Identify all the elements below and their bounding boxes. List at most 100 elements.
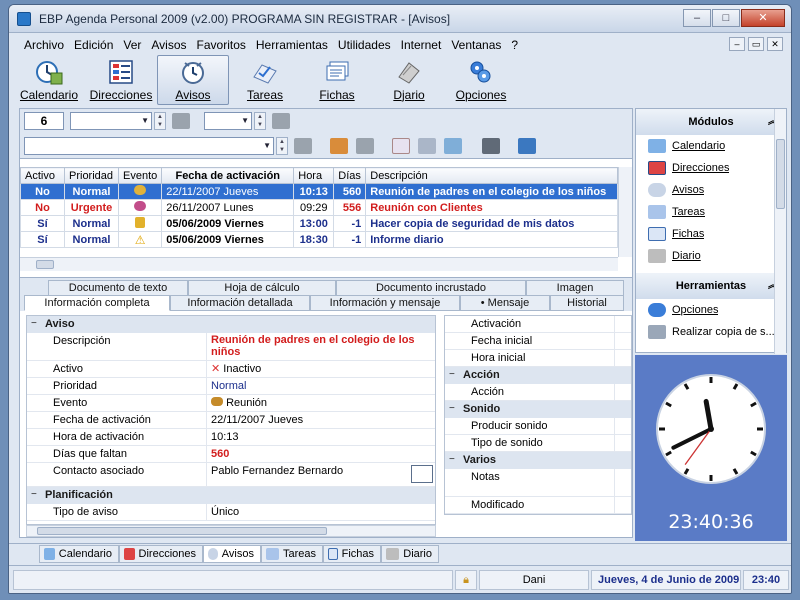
filter-combo-2[interactable] [204, 112, 252, 130]
menu-utilidades[interactable]: Utilidades [333, 38, 396, 52]
toolbar-fichas-button[interactable]: Fichas [301, 55, 373, 105]
col-fecha[interactable]: Fecha de activación [161, 167, 295, 184]
col-hora[interactable]: Hora [293, 167, 335, 184]
search-icon[interactable] [444, 138, 462, 154]
col-dias[interactable]: Días [333, 167, 367, 184]
prop-dias[interactable]: Días que faltan 560 [27, 446, 435, 463]
category-accion[interactable]: Acción [445, 367, 631, 384]
prop-hora-inicial[interactable]: Hora inicial [445, 350, 631, 367]
prop-descripcion[interactable]: Descripción Reunión de padres en el cole… [27, 333, 435, 361]
tab-documento-incrustado[interactable]: Documento incrustado [336, 280, 526, 296]
prop-contacto[interactable]: Contacto asociado Pablo Fernandez Bernar… [27, 463, 435, 487]
bottom-tab-calendario[interactable]: Calendario [39, 545, 119, 563]
tab-hoja-calculo[interactable]: Hoja de cálculo [188, 280, 336, 296]
menu-herramientas[interactable]: Herramientas [251, 38, 333, 52]
modules-header[interactable]: Módulos ︽ [636, 109, 786, 135]
tools-header[interactable]: Herramientas ︽ [636, 273, 786, 299]
module-diario[interactable]: Diario [636, 245, 786, 267]
grid-vertical-scrollbar[interactable] [618, 167, 632, 257]
module-tareas[interactable]: Tareas [636, 201, 786, 223]
menu-favoritos[interactable]: Favoritos [192, 38, 251, 52]
col-activo[interactable]: Activo [20, 167, 65, 184]
tab-imagen[interactable]: Imagen [526, 280, 624, 296]
table-row[interactable]: Sí Normal 05/06/2009 Viernes 13:00 -1 Ha… [20, 215, 618, 232]
toolbar-opciones-button[interactable]: Opciones [445, 55, 517, 105]
prop-tipo-aviso[interactable]: Tipo de aviso Único [27, 504, 435, 521]
bottom-tab-direcciones[interactable]: Direcciones [119, 545, 203, 563]
tab-informacion-mensaje[interactable]: Información y mensaje [310, 295, 460, 311]
prop-hora[interactable]: Hora de activación 10:13 [27, 429, 435, 446]
bottom-tab-fichas[interactable]: Fichas [323, 545, 381, 563]
tab-informacion-completa[interactable]: Información completa [24, 295, 170, 311]
table-row[interactable]: No Urgente 26/11/2007 Lunes 09:29 556 Re… [20, 199, 618, 216]
bottom-tab-diario[interactable]: Diario [381, 545, 439, 563]
tool-opciones[interactable]: Opciones [636, 299, 786, 321]
filter-speaker-3-icon[interactable] [294, 138, 312, 154]
filter-combo-1[interactable] [70, 112, 152, 130]
bottom-tab-avisos[interactable]: Avisos [203, 545, 261, 563]
toolbar-direcciones-button[interactable]: Direcciones [85, 55, 157, 105]
prop-fecha[interactable]: Fecha de activación 22/11/2007 Jueves [27, 412, 435, 429]
bottom-tab-tareas[interactable]: Tareas [261, 545, 323, 563]
count-field[interactable]: 6 [24, 112, 64, 130]
toolbar-djario-button[interactable]: Djario [373, 55, 445, 105]
col-evento[interactable]: Evento [117, 167, 163, 184]
prop-fecha-inicial[interactable]: Fecha inicial [445, 333, 631, 350]
table-row[interactable]: Sí Normal ⚠ 05/06/2009 Viernes 18:30 -1 … [20, 231, 618, 248]
speaker-icon[interactable] [356, 138, 374, 154]
category-sonido[interactable]: Sonido [445, 401, 631, 418]
minimize-button[interactable]: – [683, 9, 711, 27]
prop-accion[interactable]: Acción [445, 384, 631, 401]
close-button[interactable]: ✕ [741, 9, 785, 27]
prop-activo[interactable]: Activo ✕ Inactivo [27, 361, 435, 378]
filter-combo-3[interactable] [24, 137, 274, 155]
title-bar[interactable]: EBP Agenda Personal 2009 (v2.00) PROGRAM… [9, 5, 791, 33]
toolbar-avisos-button[interactable]: Avisos [157, 55, 229, 105]
module-avisos[interactable]: Avisos [636, 179, 786, 201]
mdi-close-button[interactable]: ✕ [767, 37, 783, 51]
modules-scroll-thumb[interactable] [776, 139, 785, 209]
grid-horizontal-scrollbar[interactable] [20, 257, 618, 271]
modules-scrollbar[interactable] [774, 109, 786, 354]
col-descripcion[interactable]: Descripción [365, 167, 618, 184]
mdi-restore-button[interactable]: ▭ [748, 37, 764, 51]
menu-edicion[interactable]: Edición [69, 38, 118, 52]
tab-informacion-detallada[interactable]: Información detallada [170, 295, 310, 311]
grid-scroll-thumb[interactable] [36, 260, 54, 269]
toolbar-calendario-button[interactable]: Calendario [13, 55, 85, 105]
table-row[interactable]: No Normal 22/11/2007 Jueves 10:13 560 Re… [20, 183, 618, 200]
module-fichas[interactable]: Fichas [636, 223, 786, 245]
category-planificacion[interactable]: Planificación [27, 487, 435, 504]
menu-ventanas[interactable]: Ventanas [446, 38, 506, 52]
palette-icon[interactable] [330, 138, 348, 154]
export-icon[interactable] [518, 138, 536, 154]
col-prioridad[interactable]: Prioridad [64, 167, 119, 184]
prop-modificado[interactable]: Modificado [445, 497, 631, 514]
tab-documento-texto[interactable]: Documento de texto [48, 280, 188, 296]
menu-ver[interactable]: Ver [118, 38, 146, 52]
contact-picker-icon[interactable] [411, 465, 433, 483]
document-gray-icon[interactable] [418, 138, 436, 154]
module-calendario[interactable]: Calendario [636, 135, 786, 157]
prop-producir-sonido[interactable]: Producir sonido [445, 418, 631, 435]
prop-prioridad[interactable]: Prioridad Normal [27, 378, 435, 395]
prop-activacion[interactable]: Activación [445, 316, 631, 333]
filter-speaker-icon[interactable] [172, 113, 190, 129]
menu-avisos[interactable]: Avisos [146, 38, 191, 52]
property-horizontal-scrollbar[interactable] [26, 525, 436, 537]
menu-internet[interactable]: Internet [396, 38, 447, 52]
prop-notas[interactable]: Notas [445, 469, 631, 497]
tab-mensaje[interactable]: • Mensaje [460, 295, 550, 311]
tool-copia[interactable]: Realizar copia de s... [636, 321, 786, 343]
toolbar-tareas-button[interactable]: Tareas [229, 55, 301, 105]
prop-tipo-sonido[interactable]: Tipo de sonido [445, 435, 631, 452]
tab-historial[interactable]: Historial [550, 295, 624, 311]
maximize-button[interactable]: □ [712, 9, 740, 27]
menu-archivo[interactable]: Archivo [19, 38, 69, 52]
category-aviso[interactable]: Aviso [27, 316, 435, 333]
filter-speaker-2-icon[interactable] [272, 113, 290, 129]
filter-spin-1[interactable]: ▲ ▼ [154, 112, 166, 130]
mdi-minimize-button[interactable]: – [729, 37, 745, 51]
property-scroll-thumb[interactable] [37, 527, 327, 535]
print-icon[interactable] [482, 138, 500, 154]
